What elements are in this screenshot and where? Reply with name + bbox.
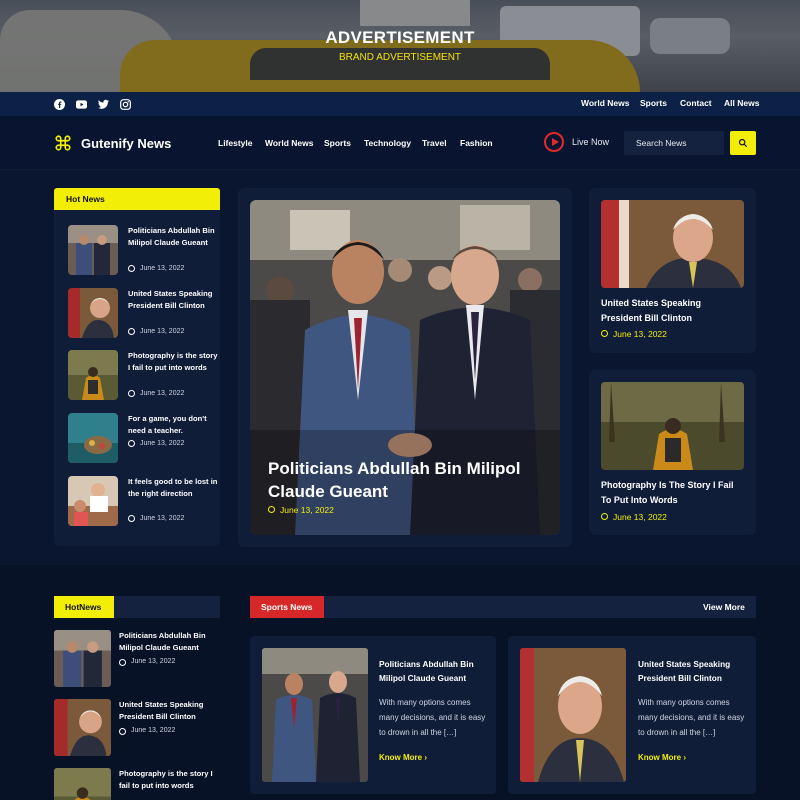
hot-news-thumb-5[interactable] <box>68 476 118 526</box>
hot-news-date-3: June 13, 2022 <box>140 390 185 397</box>
clock-icon <box>119 659 126 666</box>
clock-icon <box>128 515 135 522</box>
hot-news-title-2[interactable]: United States Speaking President Bill Cl… <box>128 288 218 312</box>
hot-news-title-4[interactable]: For a game, you don't need a teacher. <box>128 413 218 437</box>
toplink-all-news[interactable]: All News <box>724 98 759 108</box>
toplink-contact[interactable]: Contact <box>680 98 712 108</box>
hotnews-thumb-1[interactable] <box>54 630 111 687</box>
know-more-link-1[interactable]: Know More › <box>379 753 427 762</box>
clock-icon <box>601 513 608 520</box>
hotnews-title-3[interactable]: Photography is the story I fail to put i… <box>119 768 219 792</box>
hot-news-date-2: June 13, 2022 <box>140 328 185 335</box>
sports-card-image-2[interactable] <box>520 648 626 782</box>
live-now-link[interactable]: Live Now <box>572 137 609 147</box>
advertisement-banner[interactable]: ADVERTISEMENT BRAND ADVERTISEMENT <box>0 0 800 92</box>
hot-news-tag: Hot News <box>54 188 220 210</box>
side-post-title-1[interactable]: United States Speaking President Bill Cl… <box>601 296 741 326</box>
side-post-date-1: June 13, 2022 <box>613 329 667 339</box>
nav-travel[interactable]: Travel <box>422 138 447 148</box>
hotnews-date-1: June 13, 2022 <box>131 658 176 665</box>
toplink-world-news[interactable]: World News <box>581 98 630 108</box>
nav-world-news[interactable]: World News <box>265 138 314 148</box>
know-more-link-2[interactable]: Know More › <box>638 753 686 762</box>
toplink-sports[interactable]: Sports <box>640 98 667 108</box>
logo-icon[interactable] <box>54 134 72 152</box>
hot-news-thumb-3[interactable] <box>68 350 118 400</box>
clock-icon <box>128 440 135 447</box>
sports-header-bar <box>250 596 756 618</box>
side-post-image-2[interactable] <box>601 382 744 470</box>
ad-subtitle: BRAND ADVERTISEMENT <box>338 52 462 63</box>
clock-icon <box>128 390 135 397</box>
hotnews-thumb-3[interactable] <box>54 768 111 800</box>
ad-title: ADVERTISEMENT <box>325 28 475 47</box>
hotnews-tag: HotNews <box>54 596 114 618</box>
live-play-icon[interactable] <box>544 132 564 152</box>
hotnews-date-2: June 13, 2022 <box>131 727 176 734</box>
sports-card-excerpt-2: With many options comes many decisions, … <box>638 698 745 737</box>
search-icon <box>738 138 748 148</box>
sports-card-excerpt-1: With many options comes many decisions, … <box>379 698 486 737</box>
hot-news-thumb-2[interactable] <box>68 288 118 338</box>
twitter-icon[interactable] <box>96 97 110 111</box>
hot-news-date-1: June 13, 2022 <box>140 265 185 272</box>
nav-sports[interactable]: Sports <box>324 138 351 148</box>
sports-news-tag: Sports News <box>250 596 324 618</box>
clock-icon <box>268 506 275 513</box>
hot-news-thumb-1[interactable] <box>68 225 118 275</box>
hotnews-thumb-2[interactable] <box>54 699 111 756</box>
sports-card-image-1[interactable] <box>262 648 368 782</box>
clock-icon <box>119 728 126 735</box>
facebook-icon[interactable] <box>52 97 66 111</box>
site-header: Gutenify News Lifestyle World News Sport… <box>0 116 800 170</box>
hot-news-date-4: June 13, 2022 <box>140 440 185 447</box>
hot-news-title-5[interactable]: It feels good to be lost in the right di… <box>128 476 218 500</box>
hot-news-title-3[interactable]: Photography is the story I fail to put i… <box>128 350 218 374</box>
featured-date: June 13, 2022 <box>280 505 334 515</box>
nav-fashion[interactable]: Fashion <box>460 138 493 148</box>
hotnews-title-1[interactable]: Politicians Abdullah Bin Milipol Claude … <box>119 630 219 654</box>
side-post-image-1[interactable] <box>601 200 744 288</box>
top-bar: World News Sports Contact All News <box>0 92 800 116</box>
hot-news-thumb-4[interactable] <box>68 413 118 463</box>
clock-icon <box>128 328 135 335</box>
nav-lifestyle[interactable]: Lifestyle <box>218 138 253 148</box>
site-logo[interactable]: Gutenify News <box>81 136 171 151</box>
view-more-link[interactable]: View More <box>703 602 745 612</box>
search-button[interactable] <box>730 131 756 155</box>
clock-icon <box>601 330 608 337</box>
featured-title[interactable]: Politicians Abdullah Bin Milipol Claude … <box>268 457 548 503</box>
sports-card-title-2[interactable]: United States Speaking President Bill Cl… <box>638 657 746 685</box>
hotnews-title-2[interactable]: United States Speaking President Bill Cl… <box>119 699 219 723</box>
clock-icon <box>128 265 135 272</box>
side-post-title-2[interactable]: Photography Is The Story I Fail To Put I… <box>601 478 741 508</box>
instagram-icon[interactable] <box>118 97 132 111</box>
sports-card-title-1[interactable]: Politicians Abdullah Bin Milipol Claude … <box>379 657 487 685</box>
youtube-icon[interactable] <box>74 97 88 111</box>
hot-news-title-1[interactable]: Politicians Abdullah Bin Milipol Claude … <box>128 225 218 249</box>
hot-news-date-5: June 13, 2022 <box>140 515 185 522</box>
search-input[interactable]: Search News <box>624 131 724 155</box>
side-post-date-2: June 13, 2022 <box>613 512 667 522</box>
nav-technology[interactable]: Technology <box>364 138 411 148</box>
